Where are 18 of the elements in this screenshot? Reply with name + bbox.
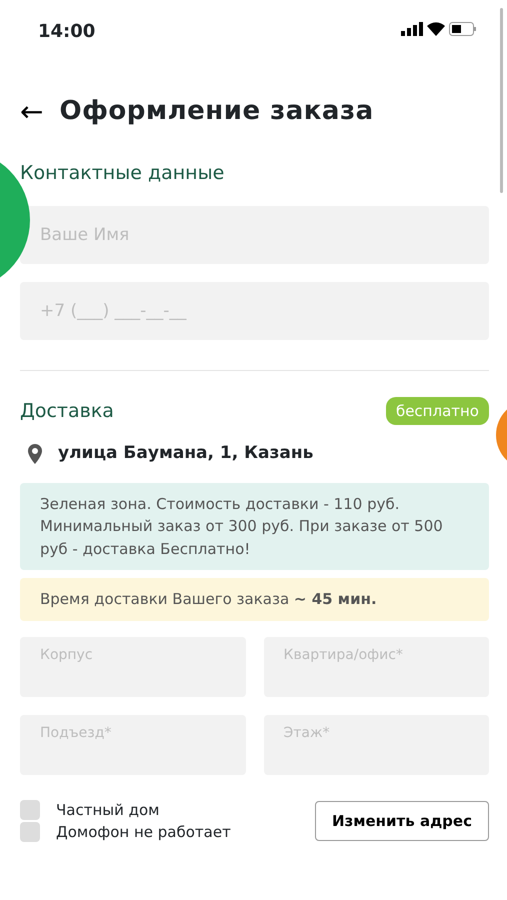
checkbox-label: Домофон не работает	[56, 822, 231, 843]
battery-icon	[449, 22, 477, 36]
delivery-time-note: Время доставки Вашего заказа ~ 45 мин.	[20, 578, 489, 620]
signal-icon	[401, 22, 423, 36]
address-text: улица Баумана, 1, Казань	[58, 442, 314, 465]
delivery-zone-note: Зеленая зона. Стоимость доставки - 110 руб. Минимальный заказ от 300 руб. При заказе от 500 руб - доставка Бесплатно!	[20, 482, 489, 570]
back-button[interactable]: ←	[20, 98, 44, 126]
location-pin-icon	[28, 444, 42, 464]
section-title: Контактные данные	[20, 161, 226, 186]
free-badge: бесплатно	[386, 396, 489, 425]
wifi-icon	[427, 22, 445, 36]
change-address-button[interactable]: Изменить адрес	[314, 800, 489, 842]
section-title: Доставка	[20, 398, 114, 424]
checkbox[interactable]	[20, 822, 40, 842]
page-title: Оформление заказа	[59, 95, 374, 128]
checkbox[interactable]	[20, 800, 40, 820]
checkbox-label: Частный дом	[56, 800, 160, 820]
clock-time: 14:00	[38, 20, 96, 44]
